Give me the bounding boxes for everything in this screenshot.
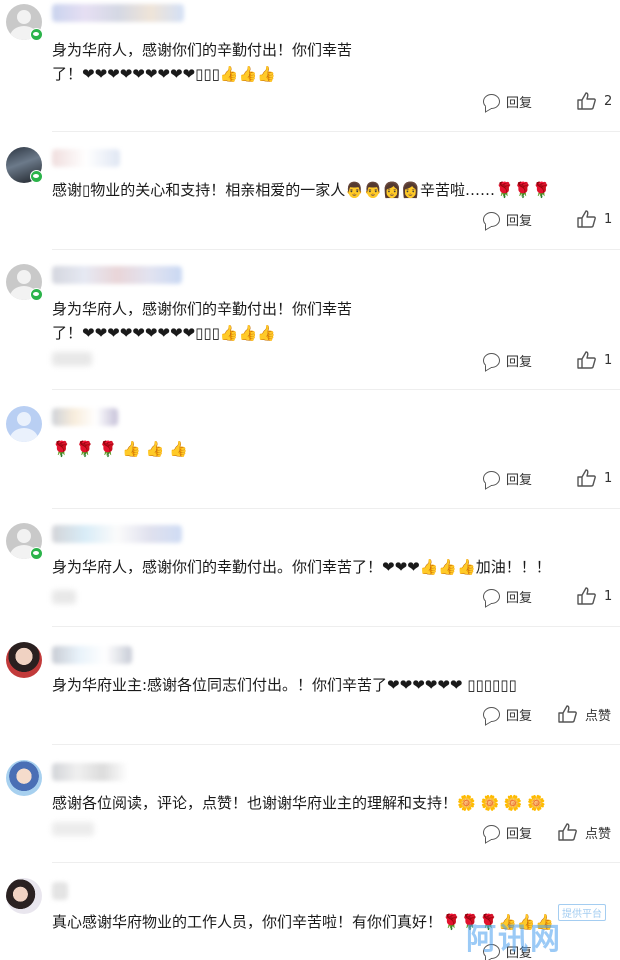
like-button[interactable]: 点赞 [558, 822, 611, 842]
wechat-badge-icon [30, 547, 43, 560]
comment-bubble-icon [483, 470, 500, 486]
comment-text: 身为华府业主:感谢各位同志们付出。！你们辛苦了❤❤❤❤❤❤ ▯▯▯▯▯▯ [52, 676, 517, 694]
divider [52, 744, 620, 745]
thumbs-up-icon [558, 823, 577, 841]
divider [52, 131, 620, 132]
avatar[interactable] [6, 760, 42, 796]
reply-button[interactable]: 回复 [483, 350, 532, 370]
divider [52, 389, 620, 390]
avatar[interactable] [6, 642, 42, 678]
commenter-name-blurred [52, 882, 68, 900]
thumbs-up-icon [577, 587, 596, 605]
thumbs-up-icon [577, 351, 596, 369]
comment-bubble-icon [483, 824, 500, 840]
reply-button[interactable]: 回复 [483, 209, 532, 229]
reply-button[interactable]: 回复 [483, 91, 532, 111]
avatar[interactable] [6, 878, 42, 914]
like-button[interactable]: 1 [577, 586, 612, 606]
divider [52, 862, 620, 863]
wechat-badge-icon [30, 28, 43, 41]
commenter-name-blurred [52, 4, 184, 22]
comment-bubble-icon [483, 211, 500, 227]
divider [52, 508, 620, 509]
comment-text: 身为华府人，感谢你们的辛勤付出！你们幸苦 了！❤❤❤❤❤❤❤❤❤▯▯▯👍👍👍 [52, 41, 353, 83]
like-button[interactable]: 1 [577, 468, 612, 488]
divider [52, 249, 620, 250]
reply-button[interactable]: 回复 [483, 822, 532, 842]
commenter-name-blurred [52, 646, 132, 664]
divider [52, 626, 620, 627]
thumbs-up-icon [577, 469, 596, 487]
commenter-name-blurred [52, 149, 120, 167]
thumbs-up-icon [558, 705, 577, 723]
thumbs-up-icon [577, 92, 596, 110]
reply-button[interactable]: 回复 [483, 704, 532, 724]
reply-button[interactable]: 回复 [483, 468, 532, 488]
like-button[interactable]: 1 [577, 350, 612, 370]
like-button[interactable]: 点赞 [558, 704, 611, 724]
watermark-small-text: 提供平台 [558, 904, 606, 921]
watermark-logo-text: 阿讯网 [466, 922, 562, 957]
comment-text: 身为华府人，感谢你们的幸勤付出。你们幸苦了！❤❤❤👍👍👍加油！！！ [52, 558, 551, 576]
thumbs-up-icon [577, 210, 596, 228]
comment-bubble-icon [483, 706, 500, 722]
commenter-name-blurred [52, 408, 118, 426]
reply-button[interactable]: 回复 [483, 586, 532, 606]
comment-bubble-icon [483, 93, 500, 109]
comment-bubble-icon [483, 588, 500, 604]
like-button[interactable]: 1 [577, 209, 612, 229]
commenter-name-blurred [52, 266, 182, 284]
comment-text: 感谢▯物业的关心和支持！相亲相爱的一家人👨👨👩👩辛苦啦……🌹🌹🌹 [52, 181, 551, 199]
commenter-name-blurred [52, 763, 128, 781]
avatar[interactable] [6, 406, 42, 442]
site-watermark: 提供平台 阿讯网 [462, 904, 612, 957]
comment-text: 感谢各位阅读，评论，点赞！也谢谢华府业主的理解和支持！🌼 🌼 🌼 🌼 [52, 794, 547, 812]
wechat-badge-icon [30, 288, 43, 301]
comment-text: 身为华府人，感谢你们的辛勤付出！你们幸苦 了！❤❤❤❤❤❤❤❤❤▯▯▯👍👍👍 [52, 300, 353, 342]
comment-bubble-icon [483, 352, 500, 368]
wechat-badge-icon [30, 170, 43, 183]
commenter-name-blurred [52, 525, 182, 543]
like-button[interactable]: 2 [577, 91, 612, 111]
comment-text: 🌹 🌹 🌹 👍 👍 👍 [52, 440, 188, 458]
